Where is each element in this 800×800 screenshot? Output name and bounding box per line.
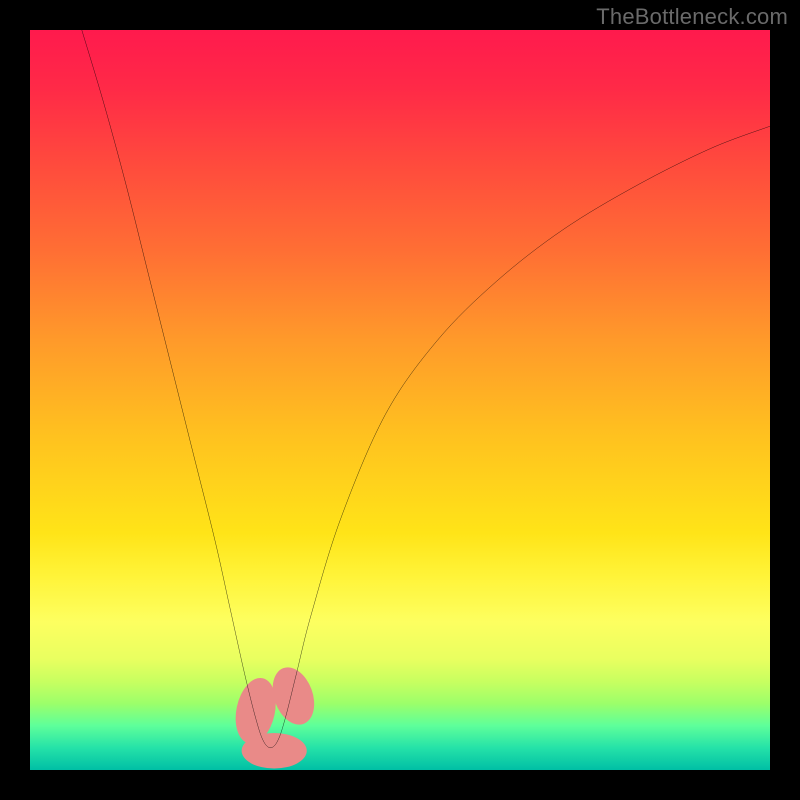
chart-stage: TheBottleneck.com [0, 0, 800, 800]
watermark-label: TheBottleneck.com [596, 4, 788, 30]
curve-svg [30, 30, 770, 770]
plot-area [30, 30, 770, 770]
blob-right [265, 662, 321, 731]
markers-group [230, 662, 322, 769]
bottleneck-curve [82, 30, 770, 748]
blob-bottom [242, 733, 307, 769]
